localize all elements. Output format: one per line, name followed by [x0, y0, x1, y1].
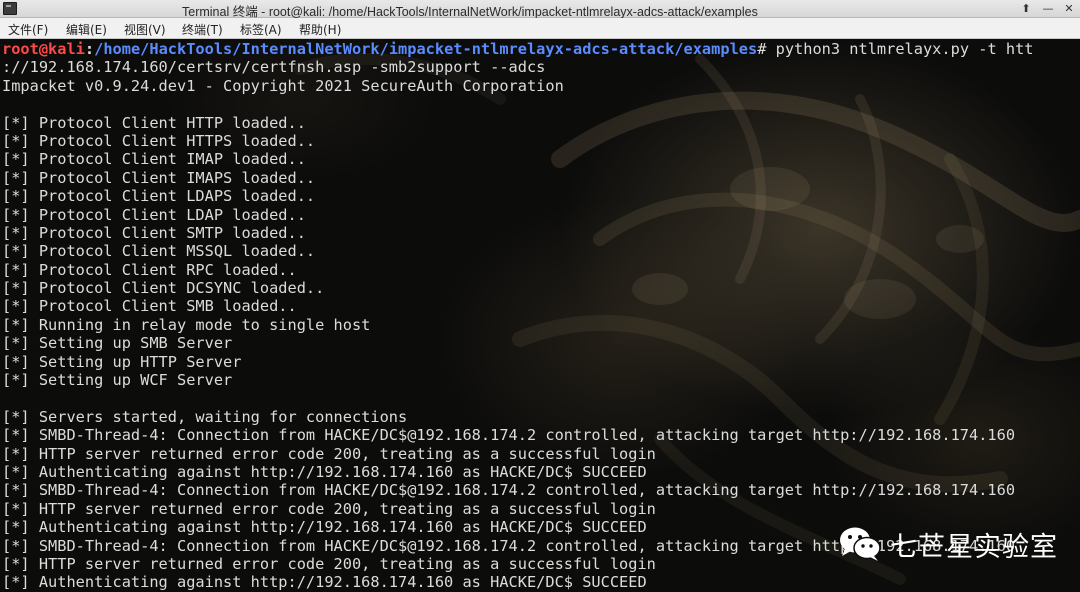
output-line: [*] Protocol Client MSSQL loaded..: [2, 242, 316, 261]
prompt-line: root@kali:/home/HackTools/InternalNetWor…: [2, 40, 1034, 58]
output-line: [*] Authenticating against http://192.16…: [2, 462, 647, 481]
output-line: [*] HTTP server returned error code 200,…: [2, 499, 656, 518]
terminal-lines: root@kali:/home/HackTools/InternalNetWor…: [2, 40, 1034, 592]
window-titlebar[interactable]: Terminal 终端 - root@kali: /home/HackTools…: [0, 0, 1080, 19]
output-line: [*] Setting up WCF Server: [2, 371, 233, 390]
output-line: [*] Setting up HTTP Server: [2, 352, 242, 371]
output-line: [*] Setting up SMB Server: [2, 334, 233, 353]
output-line: Impacket v0.9.24.dev1 - Copyright 2021 S…: [2, 76, 564, 95]
output-line: [*] Protocol Client LDAPS loaded..: [2, 187, 316, 206]
output-line: ://192.168.174.160/certsrv/certfnsh.asp …: [2, 58, 546, 77]
maximize-button[interactable]: ⬆: [1018, 1, 1034, 16]
prompt-user: root@kali: [2, 40, 85, 58]
output-line: [*] Servers started, waiting for connect…: [2, 407, 408, 426]
output-line: [*] SMBD-Thread-4: Connection from HACKE…: [2, 426, 1016, 445]
terminal-output-area[interactable]: root@kali:/home/HackTools/InternalNetWor…: [0, 39, 1080, 592]
output-line: [*] HTTP server returned error code 200,…: [2, 444, 656, 463]
menu-view[interactable]: 视图(V): [124, 21, 166, 38]
menu-edit[interactable]: 编辑(E): [66, 21, 107, 38]
output-line: [*] Protocol Client SMB loaded..: [2, 297, 297, 316]
output-line: [*] Protocol Client IMAPS loaded..: [2, 168, 316, 187]
prompt-colon: :: [84, 40, 95, 58]
output-line: [*] Protocol Client RPC loaded..: [2, 260, 297, 279]
output-line: [*] Running in relay mode to single host: [2, 315, 371, 334]
output-lines: ://192.168.174.160/certsrv/certfnsh.asp …: [2, 58, 1034, 591]
prompt-symbol: #: [757, 40, 776, 58]
output-line: [*] Protocol Client SMTP loaded..: [2, 223, 306, 242]
window-controls: ⬆ — ✕: [1016, 0, 1080, 18]
close-button[interactable]: ✕: [1061, 1, 1077, 16]
prompt-path: /home/HackTools/InternalNetWork/impacket…: [94, 40, 758, 58]
wechat-icon: [840, 527, 881, 561]
menu-tabs[interactable]: 标签(A): [240, 21, 282, 38]
output-line: [*] Protocol Client IMAP loaded..: [2, 150, 306, 169]
output-line: [*] Authenticating against http://192.16…: [2, 573, 647, 592]
menu-bar: 文件(F) 编辑(E) 视图(V) 终端(T) 标签(A) 帮助(H): [0, 18, 1080, 39]
minimize-button[interactable]: —: [1040, 1, 1056, 16]
watermark-text: 七芒星实验室: [890, 532, 1058, 563]
output-line: [*] Protocol Client HTTP loaded..: [2, 113, 306, 132]
menu-terminal[interactable]: 终端(T): [182, 21, 223, 38]
menu-file[interactable]: 文件(F): [8, 21, 48, 38]
terminal-app-icon: [3, 2, 17, 15]
output-line: [*] SMBD-Thread-4: Connection from HACKE…: [2, 481, 1016, 500]
output-line: [*] Protocol Client LDAP loaded..: [2, 205, 306, 224]
output-line: [*] Protocol Client HTTPS loaded..: [2, 131, 316, 150]
command-text: python3 ntlmrelayx.py -t htt: [775, 40, 1034, 58]
menu-help[interactable]: 帮助(H): [299, 21, 341, 38]
output-line: [*] Protocol Client DCSYNC loaded..: [2, 279, 325, 298]
